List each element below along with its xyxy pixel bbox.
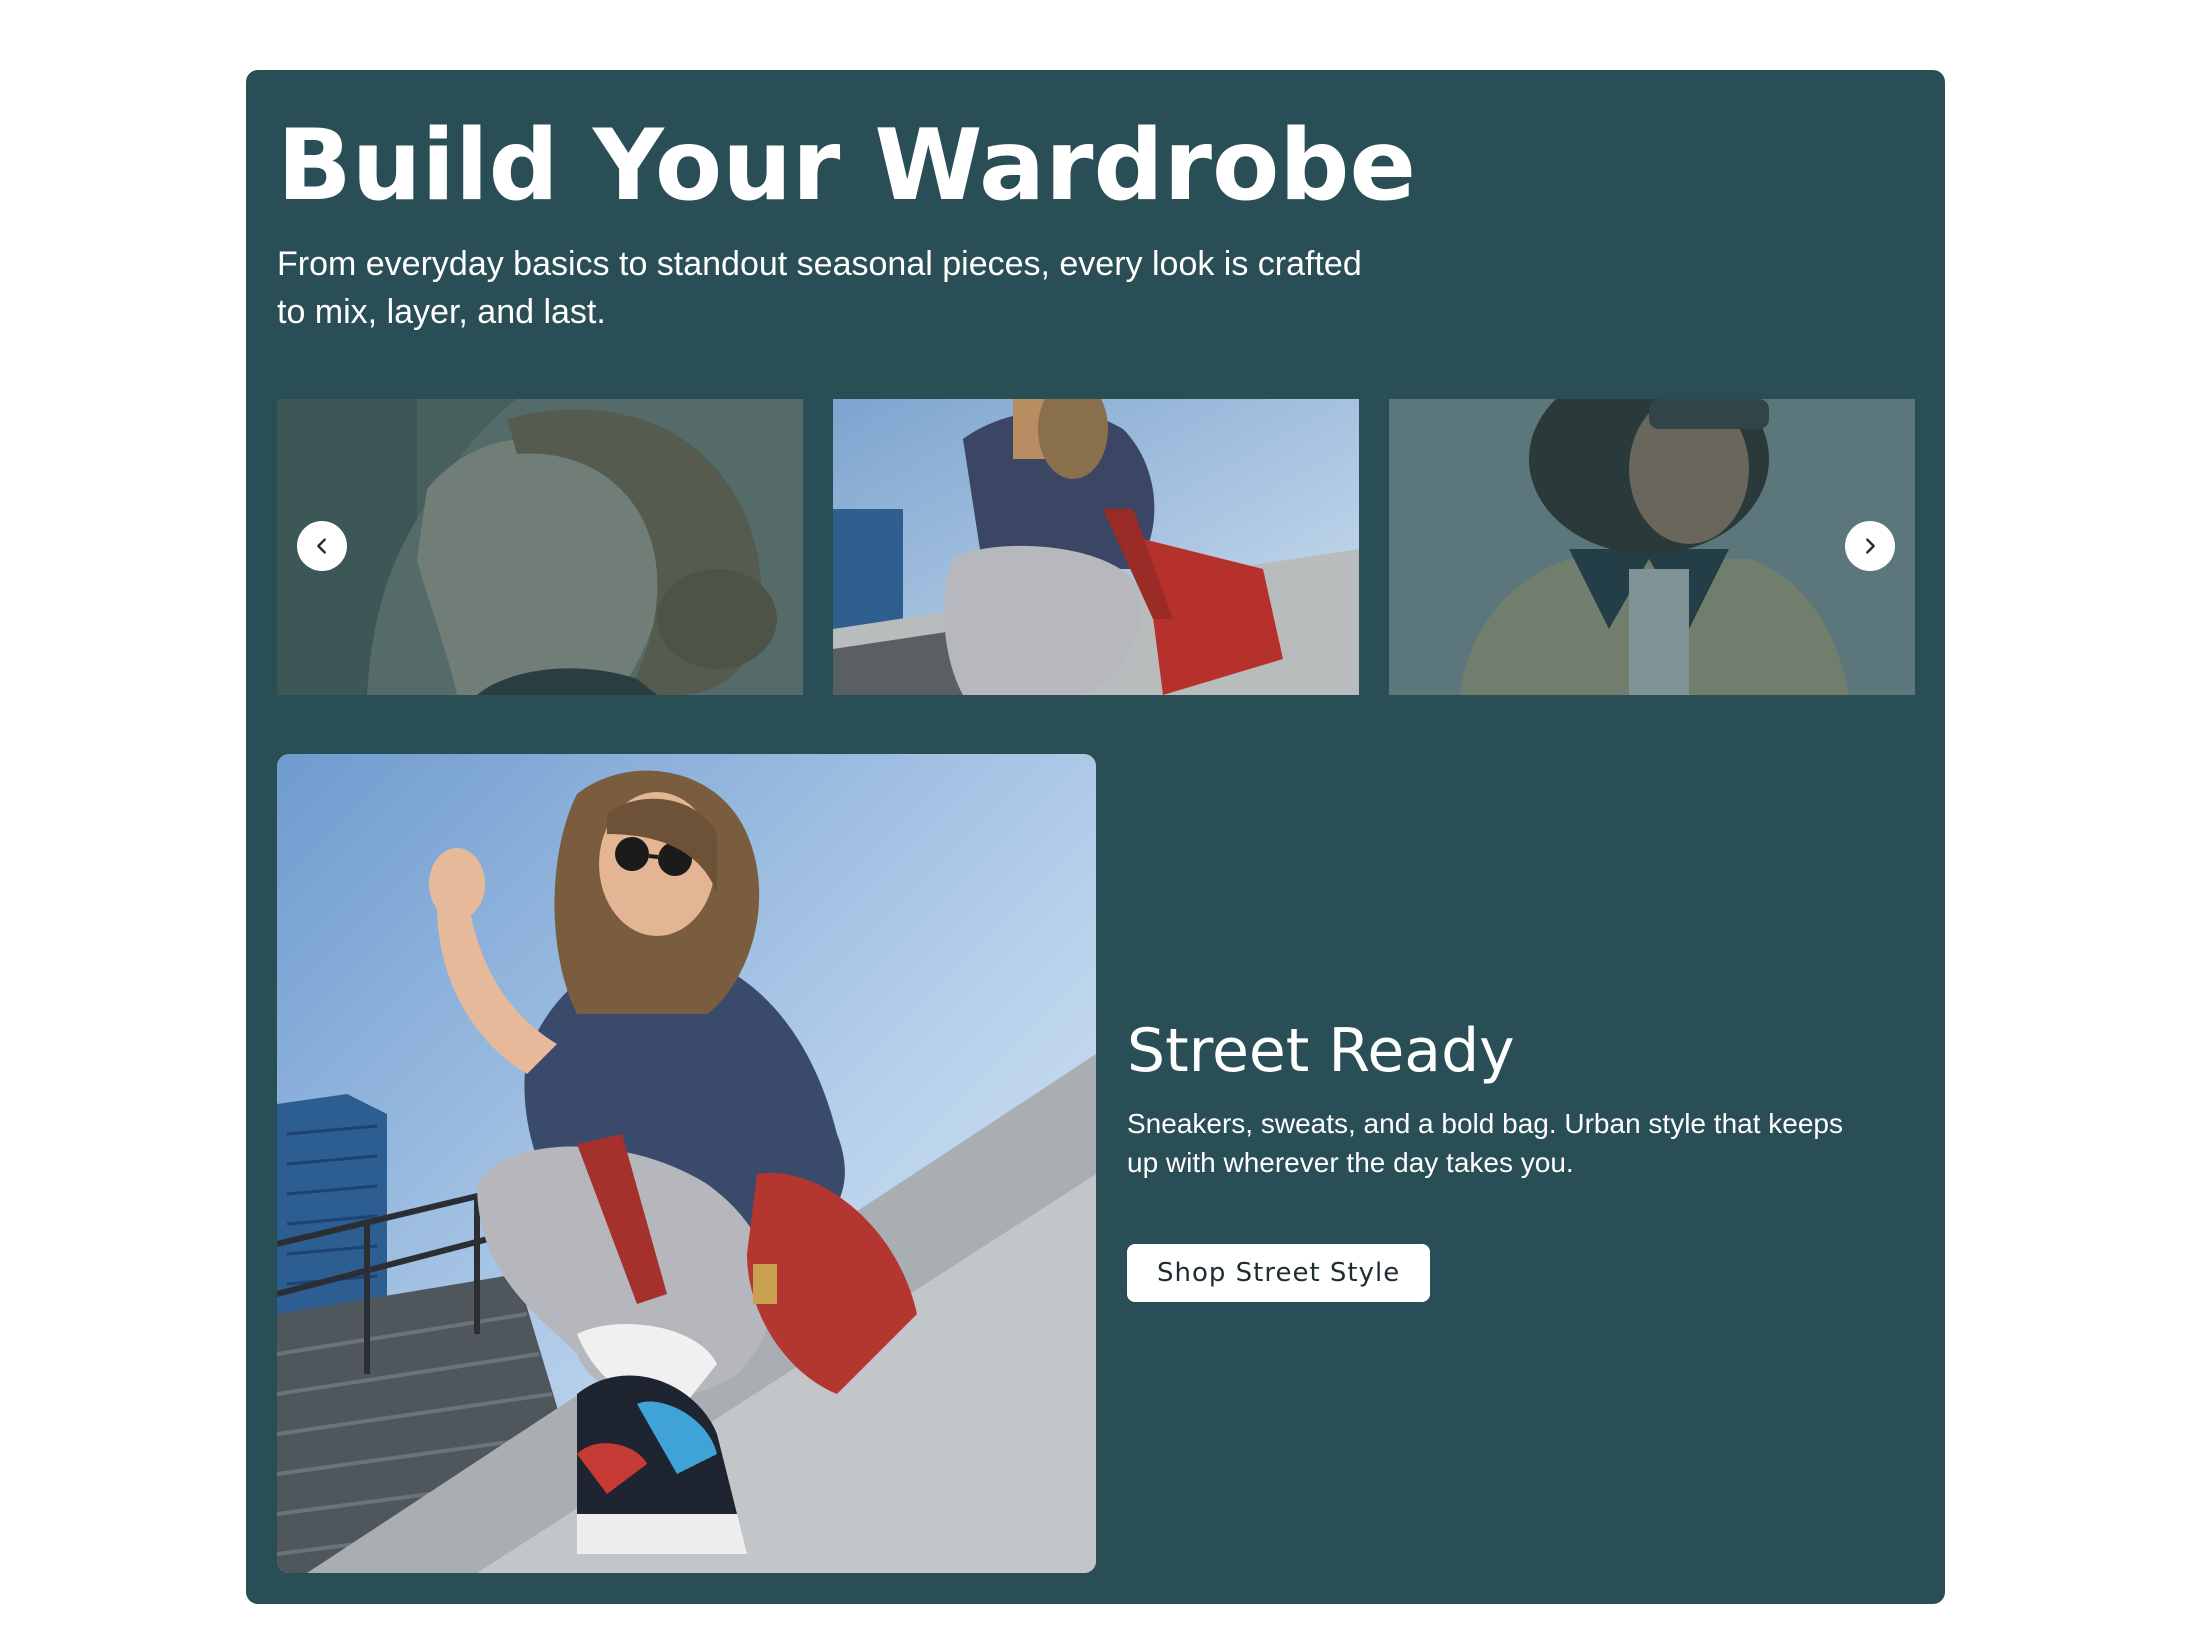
chevron-left-icon — [317, 538, 326, 554]
section-subtitle: From everyday basics to standout seasona… — [277, 245, 1362, 331]
slide-dim-overlay — [277, 399, 803, 695]
carousel-slide-1[interactable] — [277, 399, 803, 695]
carousel-slide-3[interactable] — [1389, 399, 1915, 695]
shop-street-style-button[interactable]: Shop Street Style — [1127, 1244, 1431, 1302]
street-style-photo-thumb — [833, 399, 1359, 695]
carousel-slide-2[interactable] — [833, 399, 1359, 695]
feature-title: Street Ready — [1127, 1016, 1515, 1086]
section-title: Build Your Wardrobe — [277, 109, 1416, 223]
slide-dim-overlay — [1389, 399, 1915, 695]
carousel-next-button[interactable] — [1845, 521, 1895, 571]
feature-image — [277, 754, 1096, 1573]
chevron-right-icon — [1866, 538, 1875, 554]
feature-description: Sneakers, sweats, and a bold bag. Urban … — [1127, 1108, 1843, 1178]
wardrobe-section: Build Your Wardrobe From everyday basics… — [246, 70, 1945, 1604]
carousel-prev-button[interactable] — [297, 521, 347, 571]
street-style-woman-photo — [277, 754, 1096, 1573]
